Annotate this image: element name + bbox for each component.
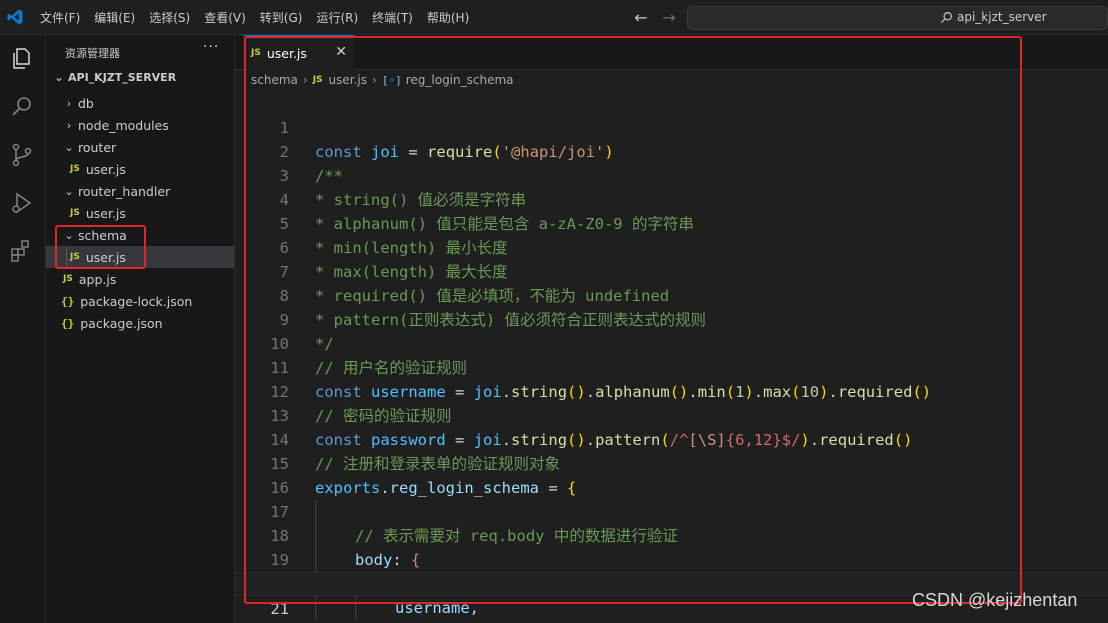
js-file-icon: JS [70,164,80,174]
source-control-icon[interactable] [8,141,36,169]
explorer-sidebar: 资源管理器 ··· ⌄ API_KJZT_SERVER › db › node_… [46,35,235,623]
tree-file-package-json[interactable]: {} package.json [46,312,234,334]
js-file-icon: JS [63,274,73,284]
tree-item-label: router [78,139,117,155]
tree-item-label: user.js [85,161,126,177]
vscode-logo-icon [7,9,23,25]
json-file-icon: {} [61,316,75,330]
menu-run[interactable]: 运行(R) [316,9,358,26]
tree-folder-router-handler[interactable]: ⌄ router_handler [46,180,234,202]
json-file-icon: {} [61,294,75,308]
title-bar: 文件(F) 编辑(E) 选择(S) 查看(V) 转到(G) 运行(R) 终端(T… [0,0,1108,35]
back-arrow-icon[interactable]: ← [630,8,652,28]
workspace-root-label: API_KJZT_SERVER [68,71,177,84]
chevron-right-icon: › [66,96,72,110]
extensions-icon[interactable] [8,237,36,265]
tree-item-label: db [78,95,94,111]
schema-highlight-box [55,225,146,269]
workspace-root[interactable]: ⌄ API_KJZT_SERVER [52,71,176,84]
activity-bar [0,35,46,623]
menu-help[interactable]: 帮助(H) [427,9,469,26]
tree-file-router-handler-user-js[interactable]: JS user.js [46,202,234,224]
command-center-search[interactable]: api_kjzt_server [687,6,1108,30]
tree-item-label: app.js [78,271,117,287]
tree-item-label: node_modules [78,117,169,133]
search-view-icon[interactable] [8,93,36,121]
chevron-down-icon: ⌄ [64,184,74,198]
forward-arrow-icon[interactable]: → [658,8,680,28]
search-text: api_kjzt_server [957,10,1047,24]
tree-file-router-user-js[interactable]: JS user.js [46,158,234,180]
tree-folder-db[interactable]: › db [46,92,234,114]
run-debug-icon[interactable] [8,189,36,217]
chevron-right-icon: › [66,118,72,132]
menu-edit[interactable]: 编辑(E) [94,9,135,26]
js-file-icon: JS [70,208,80,218]
menu-view[interactable]: 查看(V) [204,9,246,26]
code-highlight-box [244,36,1022,604]
watermark: CSDN @kejizhentan [912,590,1078,610]
tree-item-label: package.json [80,315,163,331]
search-icon [941,11,952,23]
menu-terminal[interactable]: 终端(T) [372,9,413,26]
explorer-icon[interactable] [8,45,36,73]
menu-bar: 文件(F) 编辑(E) 选择(S) 查看(V) 转到(G) 运行(R) 终端(T… [40,0,483,35]
chevron-down-icon: ⌄ [54,71,64,84]
navigation-arrows: ← → [630,8,686,28]
tree-item-label: package-lock.json [80,293,193,309]
more-actions-icon[interactable]: ··· [203,39,219,55]
menu-file[interactable]: 文件(F) [40,9,80,26]
menu-go[interactable]: 转到(G) [260,9,303,26]
tree-file-app-js[interactable]: JS app.js [46,268,234,290]
explorer-title: 资源管理器 [65,47,120,60]
tree-item-label: router_handler [78,183,171,199]
tree-item-label: user.js [85,205,126,221]
menu-selection[interactable]: 选择(S) [149,9,190,26]
chevron-down-icon: ⌄ [64,140,74,154]
tree-folder-router[interactable]: ⌄ router [46,136,234,158]
tree-file-package-lock-json[interactable]: {} package-lock.json [46,290,234,312]
tree-folder-node-modules[interactable]: › node_modules [46,114,234,136]
